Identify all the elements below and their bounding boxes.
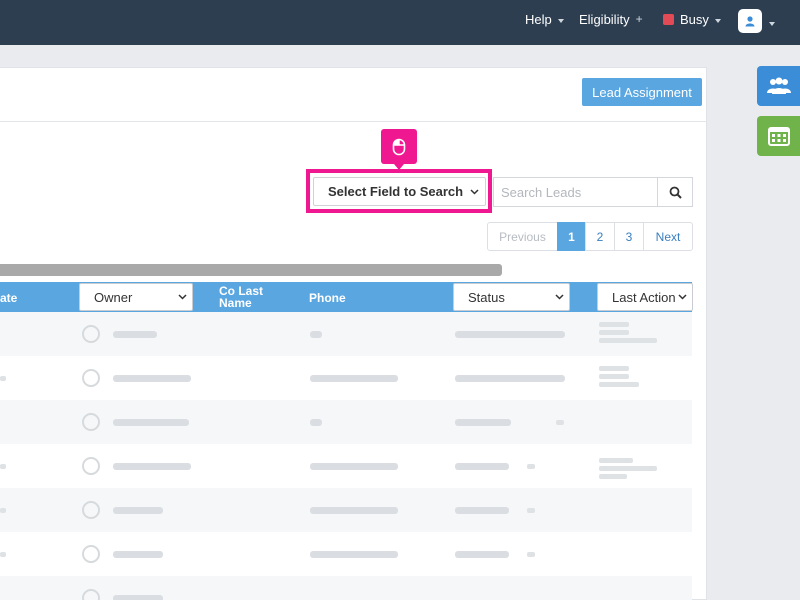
owner-name-blurred: [113, 463, 191, 470]
status-label: Busy: [680, 12, 709, 27]
phone-blurred: [310, 331, 322, 338]
owner-avatar-icon: [82, 369, 100, 387]
owner-avatar-icon: [82, 457, 100, 475]
status-chevron-blurred: [527, 552, 535, 557]
caret-down-icon: [557, 18, 564, 23]
owner-name-blurred: [113, 595, 163, 600]
eligibility-label: Eligibility: [579, 12, 630, 27]
owner-name-blurred: [113, 375, 191, 382]
pagination-next[interactable]: Next: [643, 222, 693, 251]
last-action-blurred: [599, 338, 657, 343]
owner-name-blurred: [113, 551, 163, 558]
date-blurred: [0, 552, 6, 557]
last-action-blurred: [599, 366, 629, 371]
status-blurred: [455, 551, 509, 558]
search-field-select-label: Select Field to Search: [328, 184, 464, 199]
user-avatar-icon[interactable]: [738, 9, 762, 33]
owner-name-blurred: [113, 419, 189, 426]
status-blurred: [455, 507, 509, 514]
phone-blurred: [310, 551, 398, 558]
lead-assignment-button[interactable]: Lead Assignment: [582, 78, 702, 106]
busy-status-icon: [663, 14, 674, 25]
help-label: Help: [525, 12, 552, 27]
last-action-blurred: [599, 322, 629, 327]
status-blurred: [455, 419, 511, 426]
column-header-date[interactable]: ate: [0, 291, 17, 305]
last-action-blurred: [599, 382, 639, 387]
last-action-filter-select[interactable]: Last Action: [597, 283, 693, 311]
phone-blurred: [310, 507, 398, 514]
table-row[interactable]: [0, 488, 692, 532]
click-hint-tooltip: [381, 129, 417, 170]
help-menu[interactable]: Help: [525, 12, 564, 27]
mouse-icon: [392, 138, 406, 155]
date-blurred: [0, 376, 6, 381]
phone-blurred: [310, 375, 398, 382]
chevron-down-icon: [555, 294, 564, 300]
last-action-blurred: [599, 330, 629, 335]
last-action-blurred: [599, 474, 627, 479]
date-blurred: [0, 464, 6, 469]
search-field-select[interactable]: Select Field to Search: [313, 177, 486, 206]
column-header-co-last-name[interactable]: Co Last Name: [219, 285, 279, 309]
caret-down-icon[interactable]: [769, 22, 775, 26]
calendar-icon[interactable]: [757, 116, 800, 156]
table-row[interactable]: [0, 312, 692, 356]
chevron-down-icon: [178, 294, 187, 300]
table-row[interactable]: [0, 444, 692, 488]
status-blurred: [455, 375, 565, 382]
phone-blurred: [310, 463, 398, 470]
panel-divider: [0, 121, 706, 122]
column-header-phone[interactable]: Phone: [309, 291, 346, 305]
date-blurred: [0, 508, 6, 513]
pagination-page-2[interactable]: 2: [585, 222, 615, 251]
table-row[interactable]: [0, 400, 692, 444]
search-icon: [669, 186, 682, 199]
last-action-filter-label: Last Action: [612, 289, 676, 305]
users-icon[interactable]: [757, 66, 800, 106]
status-filter-select[interactable]: Status: [453, 283, 570, 311]
table-row[interactable]: [0, 576, 692, 600]
status-blurred: [455, 463, 509, 470]
table-row[interactable]: [0, 532, 692, 576]
last-action-blurred: [599, 466, 657, 471]
eligibility-menu[interactable]: Eligibility +: [579, 11, 643, 28]
table-row[interactable]: [0, 356, 692, 400]
owner-name-blurred: [113, 507, 163, 514]
caret-down-icon: [714, 18, 721, 23]
owner-avatar-icon: [82, 325, 100, 343]
owner-filter-label: Owner: [94, 289, 133, 305]
status-chevron-blurred: [527, 464, 535, 469]
owner-filter-select[interactable]: Owner: [79, 283, 193, 311]
status-chevron-blurred: [556, 420, 564, 425]
pagination-previous[interactable]: Previous: [487, 222, 558, 251]
status-chevron-blurred: [527, 508, 535, 513]
search-leads-input[interactable]: Search Leads: [493, 177, 658, 207]
status-menu[interactable]: Busy: [663, 12, 721, 27]
status-filter-label: Status: [468, 289, 505, 305]
status-blurred: [455, 331, 565, 338]
owner-avatar-icon: [82, 545, 100, 563]
plus-icon: +: [635, 11, 643, 26]
pagination-page-3[interactable]: 3: [614, 222, 644, 251]
horizontal-scrollbar[interactable]: [0, 264, 502, 276]
search-button[interactable]: [657, 177, 693, 207]
owner-avatar-icon: [82, 413, 100, 431]
owner-name-blurred: [113, 331, 157, 338]
top-nav-bar: Help Eligibility + Busy: [0, 0, 800, 45]
owner-avatar-icon: [82, 589, 100, 600]
owner-avatar-icon: [82, 501, 100, 519]
last-action-blurred: [599, 374, 629, 379]
phone-blurred: [310, 419, 322, 426]
chevron-down-icon: [678, 294, 687, 300]
pagination-page-1[interactable]: 1: [557, 222, 586, 251]
chevron-down-icon: [470, 189, 479, 195]
last-action-blurred: [599, 458, 633, 463]
